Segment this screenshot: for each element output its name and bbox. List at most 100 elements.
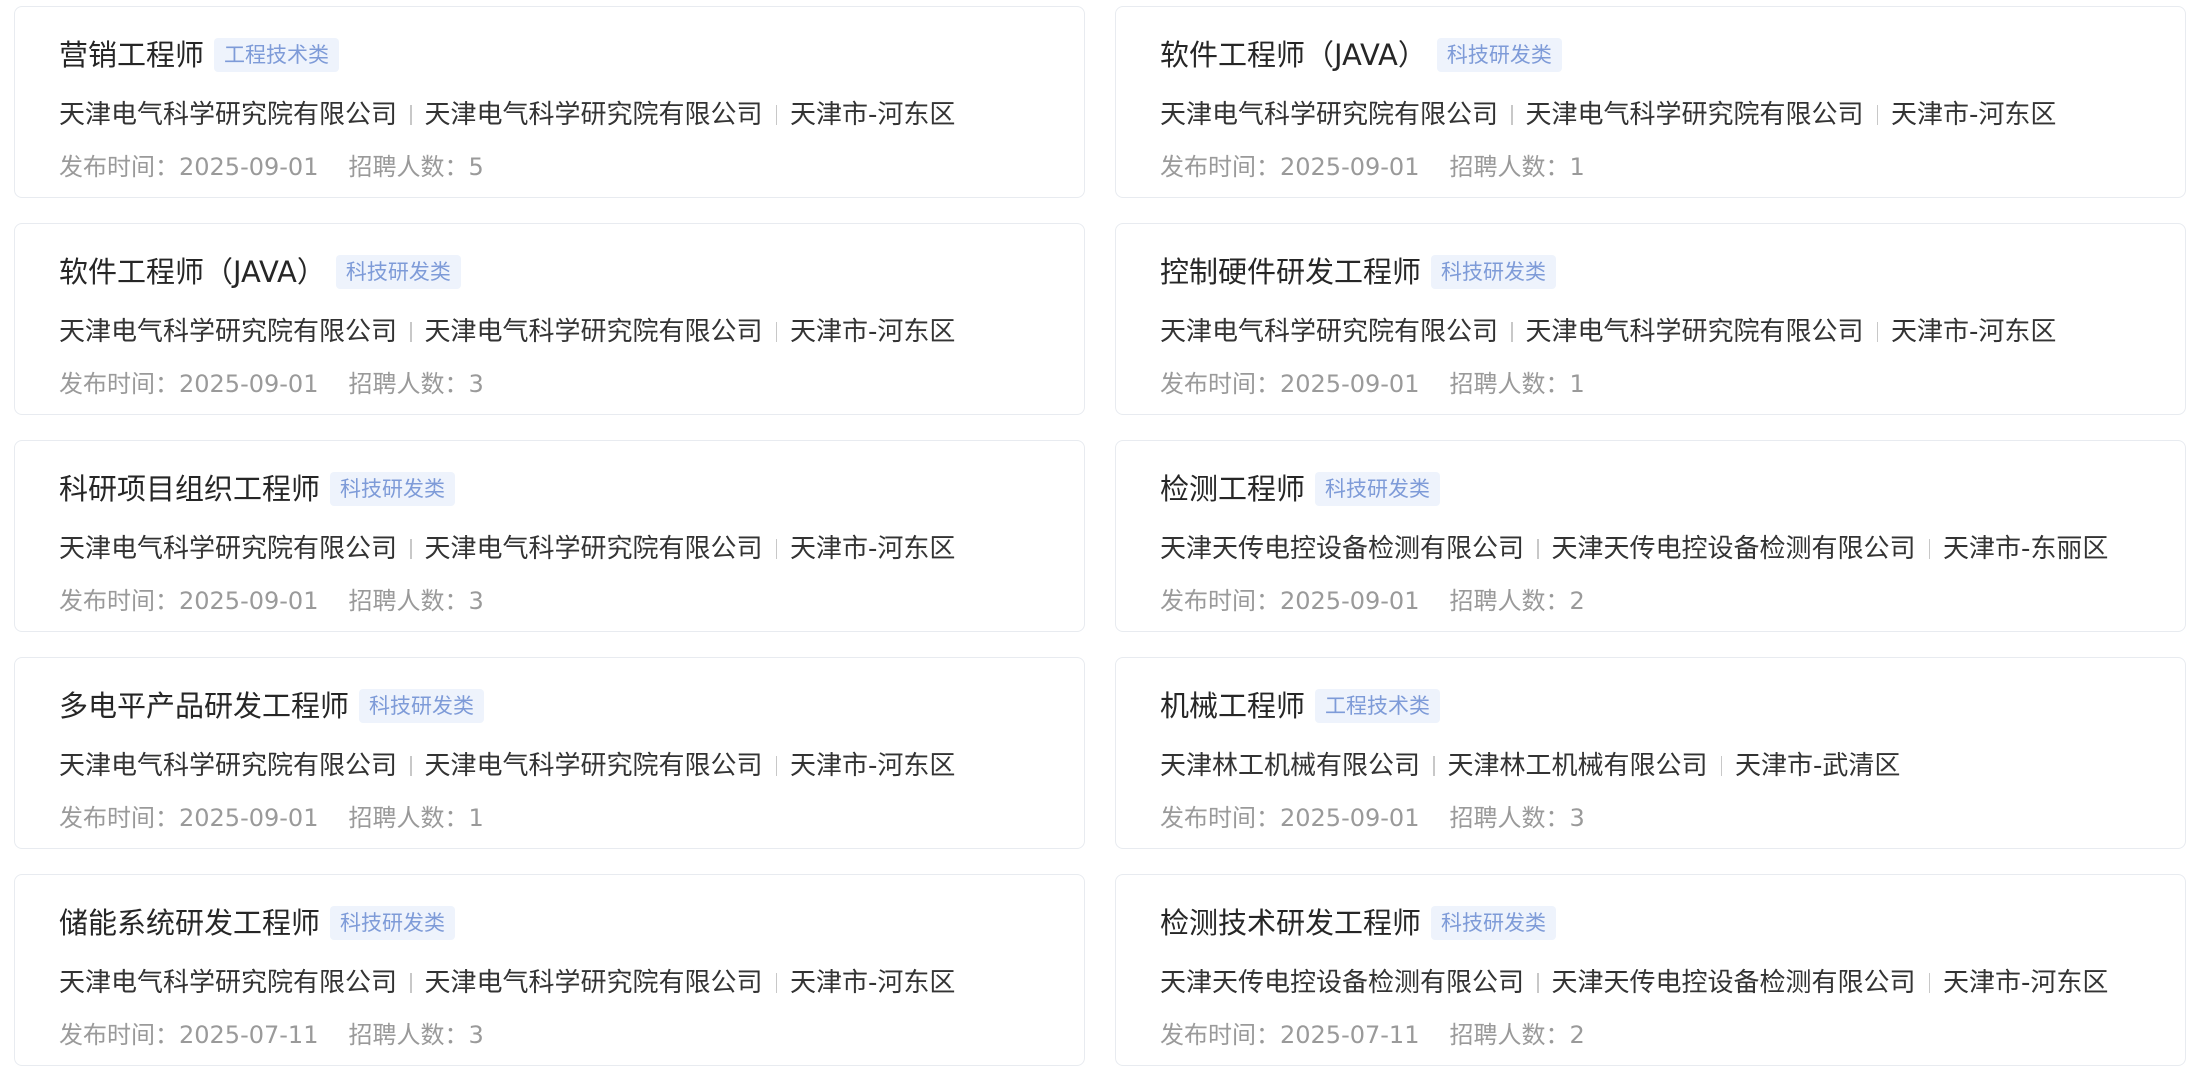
job-company-info: 天津电气科学研究院有限公司 天津电气科学研究院有限公司 天津市-河东区 (59, 97, 955, 133)
headcount: 招聘人数：1 (1449, 370, 1585, 398)
job-title[interactable]: 营销工程师 (59, 35, 204, 75)
job-title[interactable]: 储能系统研发工程师 (59, 903, 320, 943)
job-card[interactable]: 检测工程师 科技研发类 天津天传电控设备检测有限公司 天津天传电控设备检测有限公… (1115, 440, 2186, 632)
job-card[interactable]: 储能系统研发工程师 科技研发类 天津电气科学研究院有限公司 天津电气科学研究院有… (14, 874, 1085, 1066)
job-title[interactable]: 机械工程师 (1160, 686, 1305, 726)
category-tag: 科技研发类 (330, 472, 456, 506)
department-name: 天津电气科学研究院有限公司 (424, 534, 763, 564)
job-company-info: 天津天传电控设备检测有限公司 天津天传电控设备检测有限公司 天津市-东丽区 (1160, 531, 2108, 567)
category-tag: 科技研发类 (330, 906, 456, 940)
job-meta: 发布时间：2025-07-11 招聘人数：3 (59, 1018, 484, 1052)
divider (1537, 973, 1539, 993)
job-meta: 发布时间：2025-09-01 招聘人数：2 (1160, 584, 1585, 618)
job-company-info: 天津电气科学研究院有限公司 天津电气科学研究院有限公司 天津市-河东区 (59, 314, 955, 350)
headcount: 招聘人数：5 (348, 153, 484, 181)
job-header: 软件工程师（JAVA） 科技研发类 (1160, 35, 1562, 75)
category-tag: 科技研发类 (359, 689, 485, 723)
divider (1928, 973, 1931, 993)
headcount: 招聘人数：3 (348, 1021, 484, 1049)
job-location: 天津市-河东区 (1943, 968, 2109, 998)
company-name: 天津电气科学研究院有限公司 (59, 100, 398, 130)
job-title[interactable]: 科研项目组织工程师 (59, 469, 320, 509)
divider (775, 539, 778, 559)
divider (1876, 105, 1879, 125)
job-card[interactable]: 软件工程师（JAVA） 科技研发类 天津电气科学研究院有限公司 天津电气科学研究… (14, 223, 1085, 415)
divider (410, 756, 412, 776)
divider (410, 539, 412, 559)
job-header: 检测工程师 科技研发类 (1160, 469, 1441, 509)
job-meta: 发布时间：2025-09-01 招聘人数：5 (59, 150, 484, 184)
divider (775, 756, 778, 776)
company-name: 天津林工机械有限公司 (1160, 751, 1421, 781)
divider (1511, 105, 1513, 125)
publish-date: 发布时间：2025-07-11 (59, 1021, 319, 1049)
job-title[interactable]: 软件工程师（JAVA） (1160, 35, 1427, 75)
job-meta: 发布时间：2025-09-01 招聘人数：3 (1160, 801, 1585, 835)
headcount: 招聘人数：3 (1449, 804, 1585, 832)
job-meta: 发布时间：2025-07-11 招聘人数：2 (1160, 1018, 1585, 1052)
job-header: 营销工程师 工程技术类 (59, 35, 340, 75)
job-meta: 发布时间：2025-09-01 招聘人数：3 (59, 367, 484, 401)
company-name: 天津电气科学研究院有限公司 (59, 751, 398, 781)
department-name: 天津电气科学研究院有限公司 (424, 968, 763, 998)
publish-date: 发布时间：2025-09-01 (59, 587, 319, 615)
job-location: 天津市-武清区 (1735, 751, 1901, 781)
job-location: 天津市-河东区 (790, 100, 956, 130)
divider (1511, 322, 1513, 342)
job-title[interactable]: 检测技术研发工程师 (1160, 903, 1421, 943)
job-header: 机械工程师 工程技术类 (1160, 686, 1441, 726)
job-company-info: 天津电气科学研究院有限公司 天津电气科学研究院有限公司 天津市-河东区 (1160, 314, 2056, 350)
job-location: 天津市-河东区 (790, 751, 956, 781)
job-location: 天津市-河东区 (790, 317, 956, 347)
job-card[interactable]: 多电平产品研发工程师 科技研发类 天津电气科学研究院有限公司 天津电气科学研究院… (14, 657, 1085, 849)
publish-date: 发布时间：2025-09-01 (59, 370, 319, 398)
publish-date: 发布时间：2025-09-01 (1160, 587, 1420, 615)
company-name: 天津电气科学研究院有限公司 (1160, 317, 1499, 347)
job-card[interactable]: 控制硬件研发工程师 科技研发类 天津电气科学研究院有限公司 天津电气科学研究院有… (1115, 223, 2186, 415)
job-card[interactable]: 科研项目组织工程师 科技研发类 天津电气科学研究院有限公司 天津电气科学研究院有… (14, 440, 1085, 632)
job-location: 天津市-东丽区 (1943, 534, 2109, 564)
job-meta: 发布时间：2025-09-01 招聘人数：3 (59, 584, 484, 618)
job-card[interactable]: 营销工程师 工程技术类 天津电气科学研究院有限公司 天津电气科学研究院有限公司 … (14, 6, 1085, 198)
company-name: 天津天传电控设备检测有限公司 (1160, 534, 1525, 564)
divider (410, 973, 412, 993)
headcount: 招聘人数：2 (1449, 1021, 1585, 1049)
department-name: 天津天传电控设备检测有限公司 (1551, 968, 1916, 998)
category-tag: 科技研发类 (1431, 255, 1557, 289)
job-location: 天津市-河东区 (790, 534, 956, 564)
publish-date: 发布时间：2025-09-01 (59, 153, 319, 181)
job-company-info: 天津电气科学研究院有限公司 天津电气科学研究院有限公司 天津市-河东区 (59, 531, 955, 567)
department-name: 天津电气科学研究院有限公司 (1525, 100, 1864, 130)
category-tag: 工程技术类 (1315, 689, 1441, 723)
job-title[interactable]: 软件工程师（JAVA） (59, 252, 326, 292)
divider (410, 105, 412, 125)
category-tag: 科技研发类 (1431, 906, 1557, 940)
divider (1720, 756, 1723, 776)
job-title[interactable]: 多电平产品研发工程师 (59, 686, 349, 726)
job-company-info: 天津电气科学研究院有限公司 天津电气科学研究院有限公司 天津市-河东区 (1160, 97, 2056, 133)
headcount: 招聘人数：1 (1449, 153, 1585, 181)
company-name: 天津电气科学研究院有限公司 (59, 968, 398, 998)
job-header: 储能系统研发工程师 科技研发类 (59, 903, 456, 943)
publish-date: 发布时间：2025-09-01 (1160, 804, 1420, 832)
job-title[interactable]: 控制硬件研发工程师 (1160, 252, 1421, 292)
divider (775, 973, 778, 993)
publish-date: 发布时间：2025-07-11 (1160, 1021, 1420, 1049)
job-card[interactable]: 检测技术研发工程师 科技研发类 天津天传电控设备检测有限公司 天津天传电控设备检… (1115, 874, 2186, 1066)
category-tag: 科技研发类 (1315, 472, 1441, 506)
job-location: 天津市-河东区 (1891, 100, 2057, 130)
category-tag: 科技研发类 (1436, 38, 1562, 72)
category-tag: 工程技术类 (214, 38, 340, 72)
job-meta: 发布时间：2025-09-01 招聘人数：1 (59, 801, 484, 835)
category-tag: 科技研发类 (335, 255, 461, 289)
job-card[interactable]: 机械工程师 工程技术类 天津林工机械有限公司 天津林工机械有限公司 天津市-武清… (1115, 657, 2186, 849)
job-card[interactable]: 软件工程师（JAVA） 科技研发类 天津电气科学研究院有限公司 天津电气科学研究… (1115, 6, 2186, 198)
job-meta: 发布时间：2025-09-01 招聘人数：1 (1160, 150, 1585, 184)
job-header: 控制硬件研发工程师 科技研发类 (1160, 252, 1557, 292)
job-title[interactable]: 检测工程师 (1160, 469, 1305, 509)
divider (1876, 322, 1879, 342)
headcount: 招聘人数：1 (348, 804, 484, 832)
job-location: 天津市-河东区 (790, 968, 956, 998)
job-location: 天津市-河东区 (1891, 317, 2057, 347)
divider (775, 105, 778, 125)
